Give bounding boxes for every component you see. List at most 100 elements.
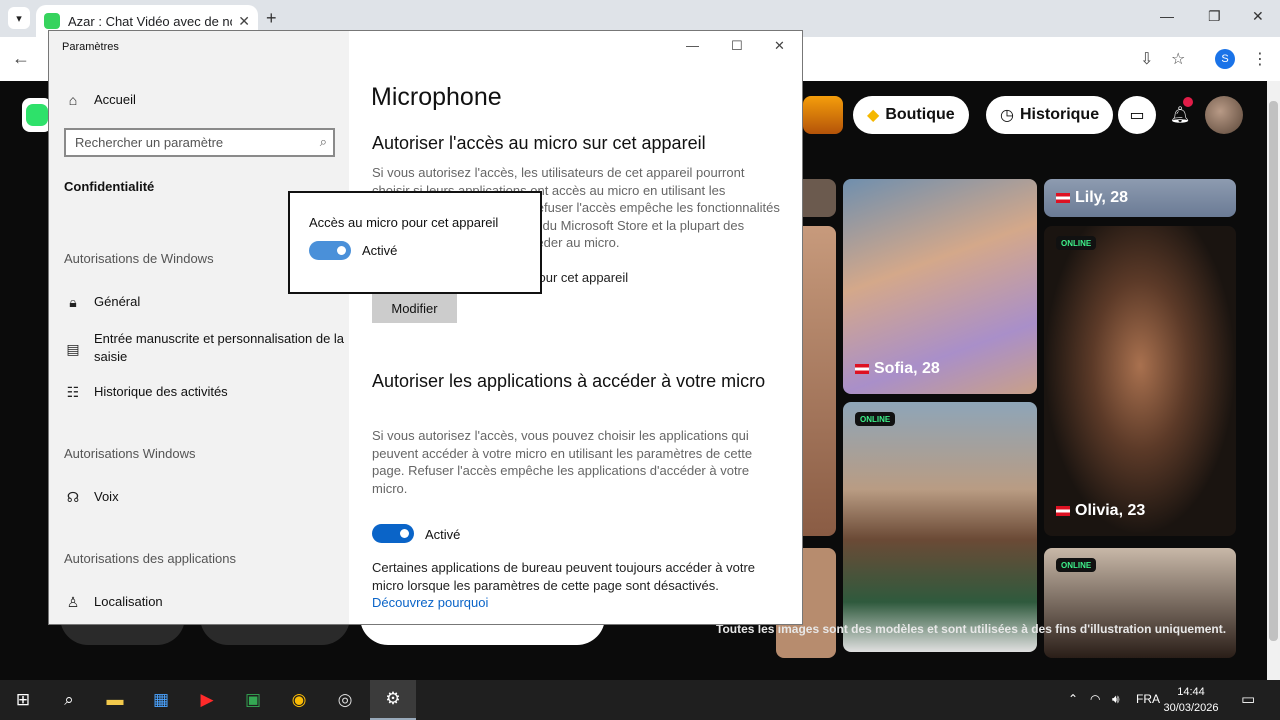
page-scrollbar-thumb[interactable] [1269, 101, 1278, 641]
shop-button[interactable]: ◆ Boutique [853, 96, 969, 134]
new-tab-button[interactable]: + [266, 8, 277, 29]
nav-activity-label: Historique des activités [94, 384, 228, 399]
device-microphone-toggle-label: Activé [362, 243, 398, 258]
history-label: Historique [1019, 106, 1100, 123]
wifi-icon[interactable]: ◠ [1090, 692, 1100, 706]
install-app-icon[interactable]: ⇩ [1140, 49, 1153, 69]
nav-home-label: Accueil [94, 92, 136, 107]
lock-icon: 🔒︎ [69, 294, 77, 310]
search-placeholder: Rechercher un paramètre [75, 135, 224, 150]
location-icon: ♙ [66, 594, 80, 610]
apps-access-toggle[interactable] [372, 524, 414, 543]
sheets-icon[interactable]: ▣ [230, 680, 276, 720]
back-arrow-icon[interactable]: ← [12, 48, 30, 69]
profile-name: Sofia, 28 [855, 360, 940, 378]
gift-icon[interactable] [803, 96, 843, 134]
clock-time: 14:44 [1177, 686, 1205, 698]
apps-access-heading: Autoriser les applications à accéder à v… [372, 371, 766, 391]
settings-gear-icon[interactable]: ⚙ [370, 680, 416, 720]
clock-icon: ◷ [1000, 107, 1014, 124]
nav-general-label: Général [94, 294, 141, 309]
minimize-icon[interactable]: — [686, 38, 699, 53]
device-access-heading: Autoriser l'accès au micro sur cet appar… [372, 133, 706, 153]
clipboard-icon: ▤ [66, 341, 80, 357]
inbox-icon[interactable]: ▭ [1118, 96, 1156, 134]
settings-search-input[interactable]: Rechercher un paramètre ⌕ [64, 128, 335, 157]
settings-content: — ☐ ✕ Microphone Autoriser l'accès au mi… [349, 31, 802, 624]
azar-logo-icon[interactable] [22, 98, 52, 132]
nav-voice-label: Voix [94, 489, 119, 504]
activity-icon: ☷ [66, 384, 80, 400]
apps-access-description: Si vous autorisez l'accès, vous pouvez c… [372, 428, 753, 496]
tab-search-chevron-icon[interactable]: ▾ [8, 7, 30, 29]
history-button[interactable]: ◷ Historique [986, 96, 1114, 134]
home-icon: ⌂ [68, 92, 78, 108]
browser-restore-icon[interactable]: ❐ [1208, 8, 1221, 25]
diamond-icon: ◆ [867, 107, 880, 124]
bell-icon[interactable]: 🔔︎ [1161, 96, 1199, 134]
profile-card[interactable]: ONLINE [1044, 548, 1236, 658]
browser-minimize-icon[interactable]: — [1160, 8, 1174, 24]
flyout-title: Accès au micro pour cet appareil [309, 215, 499, 230]
page-title: Microphone [371, 83, 502, 111]
microphone-device-flyout: Accès au micro pour cet appareil Activé [288, 191, 542, 294]
recorder-icon[interactable]: ◎ [322, 680, 368, 720]
user-avatar[interactable] [1205, 96, 1243, 134]
volume-icon[interactable]: 🔊︎ [1112, 692, 1120, 707]
section-windows-permissions: Autorisations de Windows [64, 251, 214, 266]
settings-window-title: Paramètres [62, 41, 119, 53]
notifications-icon[interactable]: ▭ [1241, 690, 1255, 708]
browser-menu-icon[interactable]: ⋮ [1252, 49, 1268, 69]
flag-icon [855, 364, 869, 374]
flag-icon [1056, 506, 1070, 516]
maximize-icon[interactable]: ☐ [731, 38, 743, 54]
online-badge: ONLINE [855, 412, 896, 426]
nav-handwriting[interactable]: ▤ Entrée manuscrite et personnalisation … [64, 330, 349, 366]
settings-sidebar: Paramètres ⌂ Accueil Rechercher un param… [49, 31, 349, 624]
nav-home[interactable]: ⌂ Accueil [64, 92, 349, 108]
desktop-apps-note: Certaines applications de bureau peuvent… [372, 560, 756, 593]
disclaimer-text: Toutes les images sont des modèles et so… [716, 622, 1227, 636]
tray-chevron-up-icon[interactable]: ⌃ [1068, 692, 1078, 706]
device-microphone-toggle[interactable] [309, 241, 351, 260]
browser-close-icon[interactable]: ✕ [1252, 8, 1264, 25]
search-icon: ⌕ [319, 134, 327, 149]
profile-name: Lily, 28 [1056, 189, 1128, 207]
nav-activity-history[interactable]: ☷ Historique des activités [64, 384, 349, 401]
modify-button[interactable]: Modifier [372, 294, 457, 323]
profile-card[interactable]: ONLINE Olivia, 23 [1044, 226, 1236, 536]
nav-general[interactable]: 🔒︎ Général [64, 294, 349, 311]
chrome-icon[interactable]: ◉ [276, 680, 322, 720]
nav-voice[interactable]: ☊ Voix [64, 489, 349, 506]
profile-avatar[interactable]: S [1215, 49, 1235, 69]
section-windows: Autorisations Windows [64, 446, 196, 461]
taskbar-clock[interactable]: 14:44 30/03/2026 [1160, 684, 1222, 716]
youtube-icon[interactable]: ▶ [184, 680, 230, 720]
file-explorer-icon[interactable]: ▬ [92, 680, 138, 720]
notification-badge [1183, 97, 1193, 107]
nav-location[interactable]: ♙ Localisation [64, 594, 349, 611]
profile-card[interactable]: Lily, 28 [1044, 179, 1236, 217]
profile-card[interactable]: Sofia, 28 [843, 179, 1037, 394]
shop-label: Boutique [885, 106, 955, 123]
nav-handwriting-label: Entrée manuscrite et personnalisation de… [94, 331, 345, 364]
close-icon[interactable]: ✕ [774, 38, 785, 54]
language-indicator[interactable]: FRA [1136, 692, 1160, 706]
bookmark-star-icon[interactable]: ☆ [1171, 49, 1185, 69]
tab-close-icon[interactable]: ✕ [238, 13, 250, 30]
clock-date: 30/03/2026 [1163, 702, 1219, 714]
profile-card[interactable]: ONLINE [843, 402, 1037, 652]
section-app-permissions: Autorisations des applications [64, 551, 236, 566]
apps-access-toggle-label: Activé [425, 527, 461, 542]
online-badge: ONLINE [1056, 236, 1097, 250]
microsoft-store-icon[interactable]: ▦ [138, 680, 184, 720]
search-icon[interactable]: ⌕ [46, 680, 92, 720]
learn-why-link[interactable]: Découvrez pourquoi [372, 595, 488, 610]
flag-icon [1056, 193, 1070, 203]
azar-favicon-icon [44, 13, 60, 29]
voice-icon: ☊ [66, 489, 80, 505]
profile-name: Olivia, 23 [1056, 502, 1145, 520]
start-windows-icon[interactable]: ⊞ [0, 680, 46, 720]
section-privacy-title: Confidentialité [64, 179, 155, 194]
nav-location-label: Localisation [94, 594, 163, 609]
